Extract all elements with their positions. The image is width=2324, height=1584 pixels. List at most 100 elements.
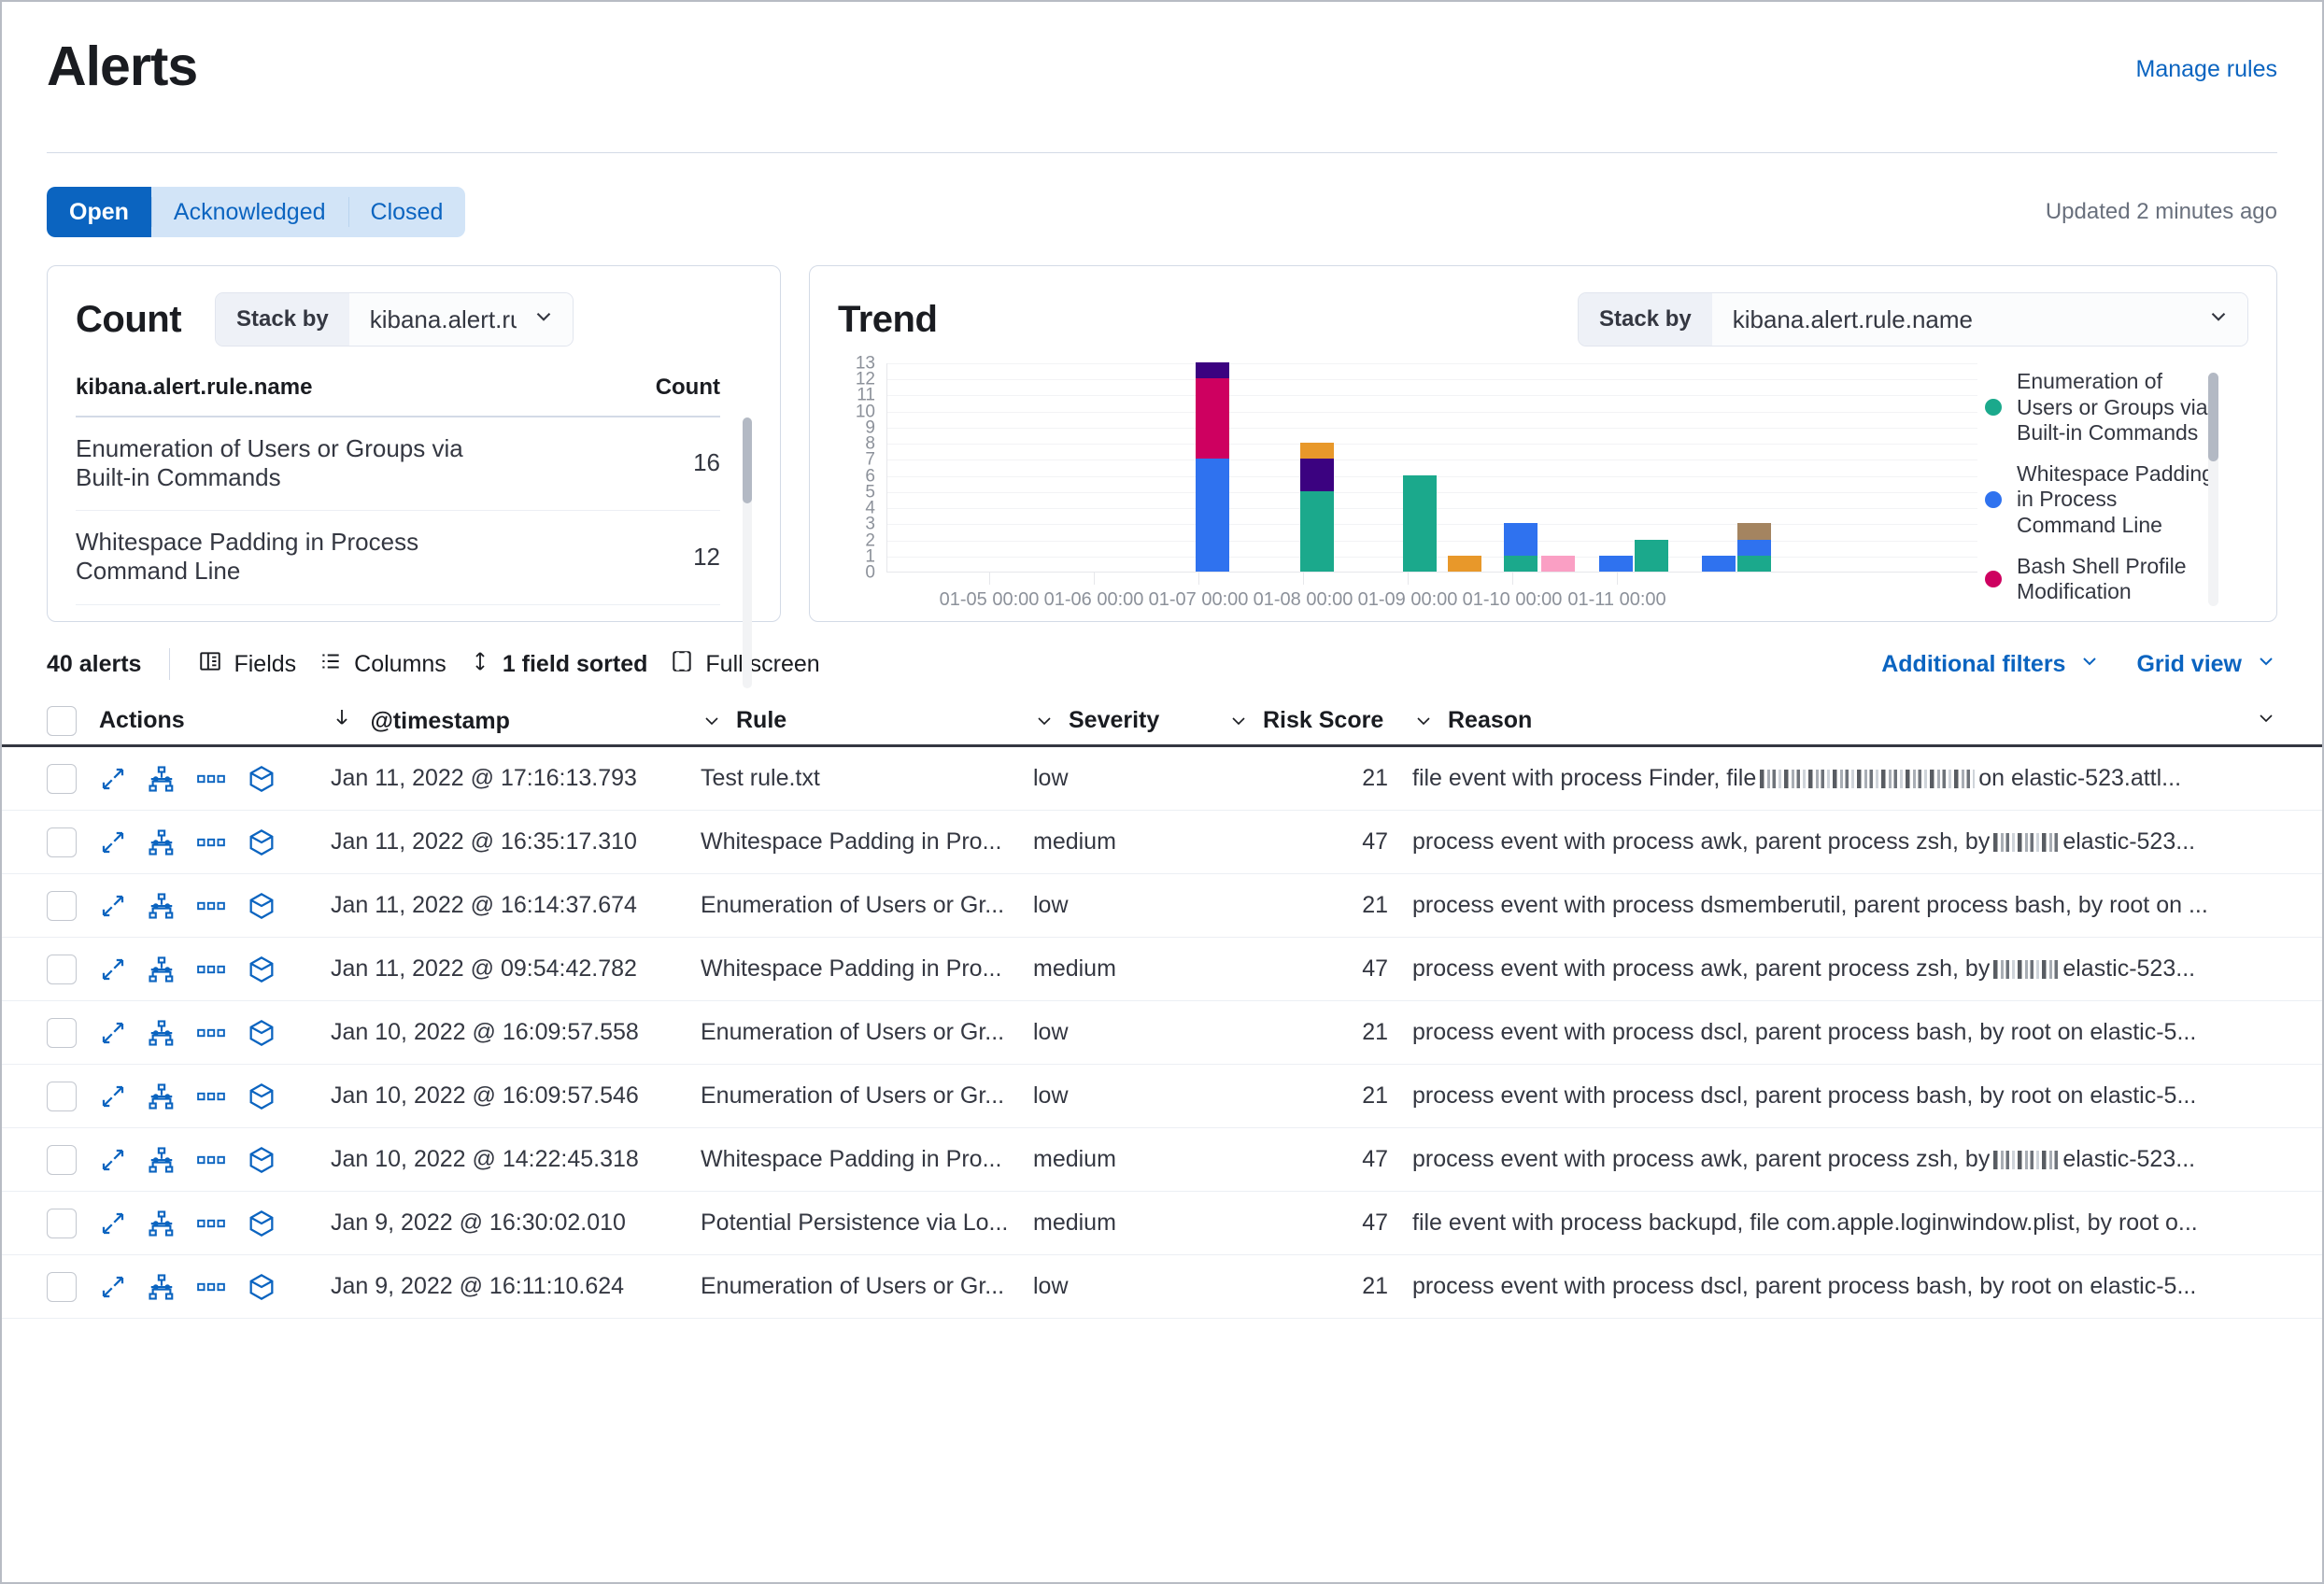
- chevron-down-icon[interactable]: [1033, 710, 1056, 732]
- expand-icon[interactable]: [99, 1082, 127, 1110]
- session-icon[interactable]: [196, 1082, 226, 1110]
- cell-timestamp-text: Jan 9, 2022 @ 16:11:10.624: [331, 1273, 625, 1299]
- summary-panels: Count Stack by kibana.alert.rule.na kiba…: [2, 237, 2322, 688]
- tab-acknowledged[interactable]: Acknowledged: [150, 187, 348, 237]
- manage-rules-link[interactable]: Manage rules: [2136, 56, 2277, 83]
- chart-bar[interactable]: [1737, 523, 1771, 572]
- table-row[interactable]: Jan 11, 2022 @ 16:14:37.674 Enumeration o…: [2, 874, 2322, 938]
- count-row[interactable]: Enumeration of Users or Groups via Built…: [76, 417, 720, 512]
- event-cube-icon[interactable]: [247, 764, 276, 794]
- analyzer-icon[interactable]: [148, 955, 176, 983]
- row-select-checkbox[interactable]: [47, 954, 77, 984]
- session-icon[interactable]: [196, 1146, 226, 1174]
- count-table-scrollbar[interactable]: [743, 417, 752, 688]
- select-all-checkbox[interactable]: [47, 705, 77, 736]
- table-row[interactable]: Jan 9, 2022 @ 16:30:02.010 Potential Pers…: [2, 1192, 2322, 1255]
- session-icon[interactable]: [196, 1209, 226, 1238]
- count-row[interactable]: Whitespace Padding in Process Command Li…: [76, 511, 720, 605]
- row-select-checkbox[interactable]: [47, 1081, 77, 1111]
- event-cube-icon[interactable]: [247, 955, 276, 984]
- chart-bar[interactable]: [1541, 555, 1575, 572]
- event-cube-icon[interactable]: [247, 1018, 276, 1048]
- grid-view-button[interactable]: Grid view: [2136, 650, 2277, 679]
- tab-closed[interactable]: Closed: [347, 187, 466, 237]
- chart-bar[interactable]: [1635, 539, 1668, 572]
- session-icon[interactable]: [196, 1273, 226, 1301]
- row-select-checkbox[interactable]: [47, 1271, 77, 1302]
- table-row[interactable]: Jan 10, 2022 @ 14:22:45.318 Whitespace Pa…: [2, 1128, 2322, 1192]
- chart-bar[interactable]: [1504, 523, 1538, 572]
- analyzer-icon[interactable]: [148, 1019, 176, 1047]
- chart-bar[interactable]: [1702, 555, 1736, 572]
- analyzer-icon[interactable]: [148, 892, 176, 920]
- chevron-down-icon[interactable]: [1412, 710, 1435, 732]
- chevron-down-icon[interactable]: [701, 710, 723, 732]
- table-row[interactable]: Jan 11, 2022 @ 16:35:17.310 Whitespace Pa…: [2, 811, 2322, 874]
- analyzer-icon[interactable]: [148, 1082, 176, 1110]
- header-risk-score[interactable]: Risk Score: [1227, 707, 1412, 734]
- columns-button[interactable]: Columns: [319, 649, 446, 680]
- expand-icon[interactable]: [99, 892, 127, 920]
- chart-bar[interactable]: [1599, 555, 1633, 572]
- header-rule[interactable]: Rule: [701, 707, 1033, 734]
- header-timestamp[interactable]: @timestamp: [331, 706, 701, 735]
- session-icon[interactable]: [196, 765, 226, 793]
- trend-stack-by-value-wrap[interactable]: kibana.alert.rule.name: [1711, 293, 2247, 346]
- session-icon[interactable]: [196, 1019, 226, 1047]
- legend-item[interactable]: Enumeration of Users or Groups via Built…: [1985, 369, 2220, 446]
- expand-icon[interactable]: [99, 1019, 127, 1047]
- row-select-checkbox[interactable]: [47, 890, 77, 921]
- event-cube-icon[interactable]: [247, 1082, 276, 1111]
- table-row[interactable]: Jan 11, 2022 @ 09:54:42.782 Whitespace Pa…: [2, 938, 2322, 1001]
- event-cube-icon[interactable]: [247, 891, 276, 921]
- chart-bar[interactable]: [1448, 555, 1481, 572]
- legend-scrollbar[interactable]: [2208, 373, 2218, 606]
- fields-button[interactable]: Fields: [198, 649, 296, 680]
- chart-bar[interactable]: [1300, 443, 1334, 572]
- event-cube-icon[interactable]: [247, 1145, 276, 1175]
- session-icon[interactable]: [196, 892, 226, 920]
- analyzer-icon[interactable]: [148, 1209, 176, 1238]
- sort-button[interactable]: 1 field sorted: [469, 649, 647, 680]
- analyzer-icon[interactable]: [148, 828, 176, 856]
- analyzer-icon[interactable]: [148, 765, 176, 793]
- row-select-checkbox[interactable]: [47, 1017, 77, 1048]
- event-cube-icon[interactable]: [247, 1272, 276, 1302]
- legend-item[interactable]: Whitespace Padding in Process Command Li…: [1985, 461, 2220, 539]
- chart-bar[interactable]: [1403, 474, 1437, 572]
- count-stack-by-select[interactable]: Stack by kibana.alert.rule.na: [215, 292, 574, 346]
- row-actions-cell: [99, 1209, 331, 1238]
- row-select-checkbox[interactable]: [47, 827, 77, 857]
- session-icon[interactable]: [196, 828, 226, 856]
- table-row[interactable]: Jan 10, 2022 @ 16:09:57.558 Enumeration o…: [2, 1001, 2322, 1065]
- expand-icon[interactable]: [99, 955, 127, 983]
- row-select-checkbox[interactable]: [47, 1144, 77, 1175]
- count-stack-by-value-wrap[interactable]: kibana.alert.rule.na: [348, 293, 574, 346]
- expand-icon[interactable]: [99, 1146, 127, 1174]
- chevron-down-icon[interactable]: [2255, 707, 2277, 734]
- expand-icon[interactable]: [99, 828, 127, 856]
- table-row[interactable]: Jan 9, 2022 @ 16:11:10.624 Enumeration of…: [2, 1255, 2322, 1319]
- analyzer-icon[interactable]: [148, 1273, 176, 1301]
- expand-icon[interactable]: [99, 1209, 127, 1238]
- chevron-down-icon[interactable]: [1227, 710, 1250, 732]
- table-row[interactable]: Jan 10, 2022 @ 16:09:57.546 Enumeration o…: [2, 1065, 2322, 1128]
- count-table-header: kibana.alert.rule.name Count: [76, 375, 720, 417]
- header-severity[interactable]: Severity: [1033, 707, 1227, 734]
- tab-open[interactable]: Open: [47, 187, 151, 237]
- legend-item[interactable]: Bash Shell Profile Modification: [1985, 554, 2220, 605]
- row-select-checkbox[interactable]: [47, 763, 77, 794]
- expand-icon[interactable]: [99, 1273, 127, 1301]
- header-reason[interactable]: Reason: [1412, 707, 2277, 734]
- expand-icon[interactable]: [99, 765, 127, 793]
- event-cube-icon[interactable]: [247, 827, 276, 857]
- row-select-checkbox[interactable]: [47, 1208, 77, 1238]
- additional-filters-button[interactable]: Additional filters: [1881, 650, 2101, 679]
- chart-bar[interactable]: [1196, 362, 1229, 572]
- event-cube-icon[interactable]: [247, 1209, 276, 1238]
- trend-stack-by-select[interactable]: Stack by kibana.alert.rule.name: [1578, 292, 2248, 346]
- cell-rule: Test rule.txt: [701, 765, 1033, 792]
- table-row[interactable]: Jan 11, 2022 @ 17:16:13.793 Test rule.txt…: [2, 747, 2322, 811]
- analyzer-icon[interactable]: [148, 1146, 176, 1174]
- session-icon[interactable]: [196, 955, 226, 983]
